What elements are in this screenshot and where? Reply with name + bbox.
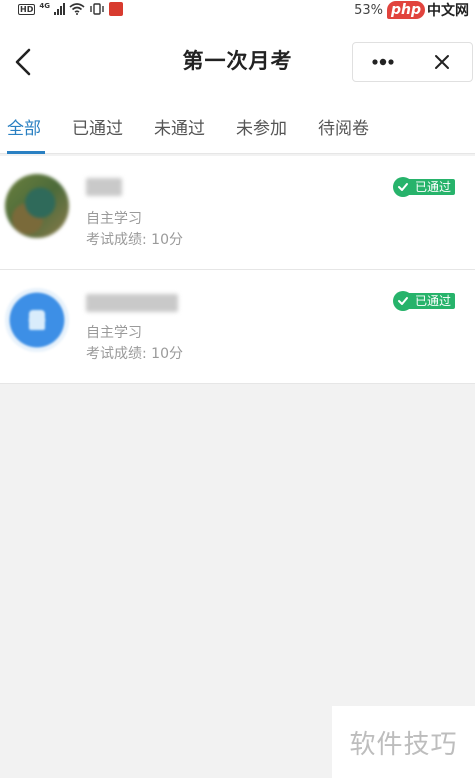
active-tab-indicator [7,151,45,154]
more-dots-icon [372,58,394,66]
check-icon [393,291,413,311]
chevron-left-icon[interactable] [10,44,36,80]
tab-absent[interactable]: 未参加 [236,111,287,147]
tab-pending-review[interactable]: 待阅卷 [318,111,369,147]
watermark: 软件技巧 [332,706,475,778]
student-name-blurred [86,294,178,312]
tab-passed[interactable]: 已通过 [72,111,123,147]
status-badge: 已通过 [393,291,456,311]
app-notification-icon [108,2,123,16]
status-right: 53% php 中文网 [354,0,475,20]
close-button[interactable] [413,43,473,81]
list-item[interactable]: 自主学习 考试成绩: 10分 已通过 [0,270,475,384]
tab-failed[interactable]: 未通过 [154,111,205,147]
study-type: 自主学习 [86,211,142,227]
status-icons: HD 4G [18,2,123,16]
status-bar: HD 4G 53% php 中文网 [0,0,475,20]
page: HD 4G 53% php 中文网 第一次月考 全部 已通过 未通过 未参加 待… [0,0,475,778]
avatar [5,174,69,238]
list-item[interactable]: 自主学习 考试成绩: 10分 已通过 [0,156,475,270]
close-icon [435,55,450,69]
check-icon [393,177,413,197]
study-type: 自主学习 [86,325,142,341]
signal-icon [53,3,65,15]
student-name-blurred [86,178,122,196]
mini-program-capsule [352,42,473,82]
php-logo: php [386,1,425,19]
vibrate-icon [90,3,104,15]
tab-all[interactable]: 全部 [7,111,41,147]
status-badge: 已通过 [393,177,456,197]
more-button[interactable] [353,43,413,81]
network-type: 4G [39,2,50,10]
hd-indicator: HD [18,3,36,15]
exam-score: 考试成绩: 10分 [86,346,183,362]
exam-score: 考试成绩: 10分 [86,232,183,248]
site-logo-text: 中文网 [427,3,469,19]
nav-header: 第一次月考 [0,20,475,106]
watermark-text: 软件技巧 [349,729,458,760]
battery-level: 53% [354,2,383,18]
status-text: 已通过 [409,179,456,195]
wifi-icon [69,3,85,15]
default-user-icon [29,310,45,330]
avatar [5,288,69,352]
status-text: 已通过 [409,293,456,309]
filter-tabs: 全部 已通过 未通过 未参加 待阅卷 [0,106,475,154]
